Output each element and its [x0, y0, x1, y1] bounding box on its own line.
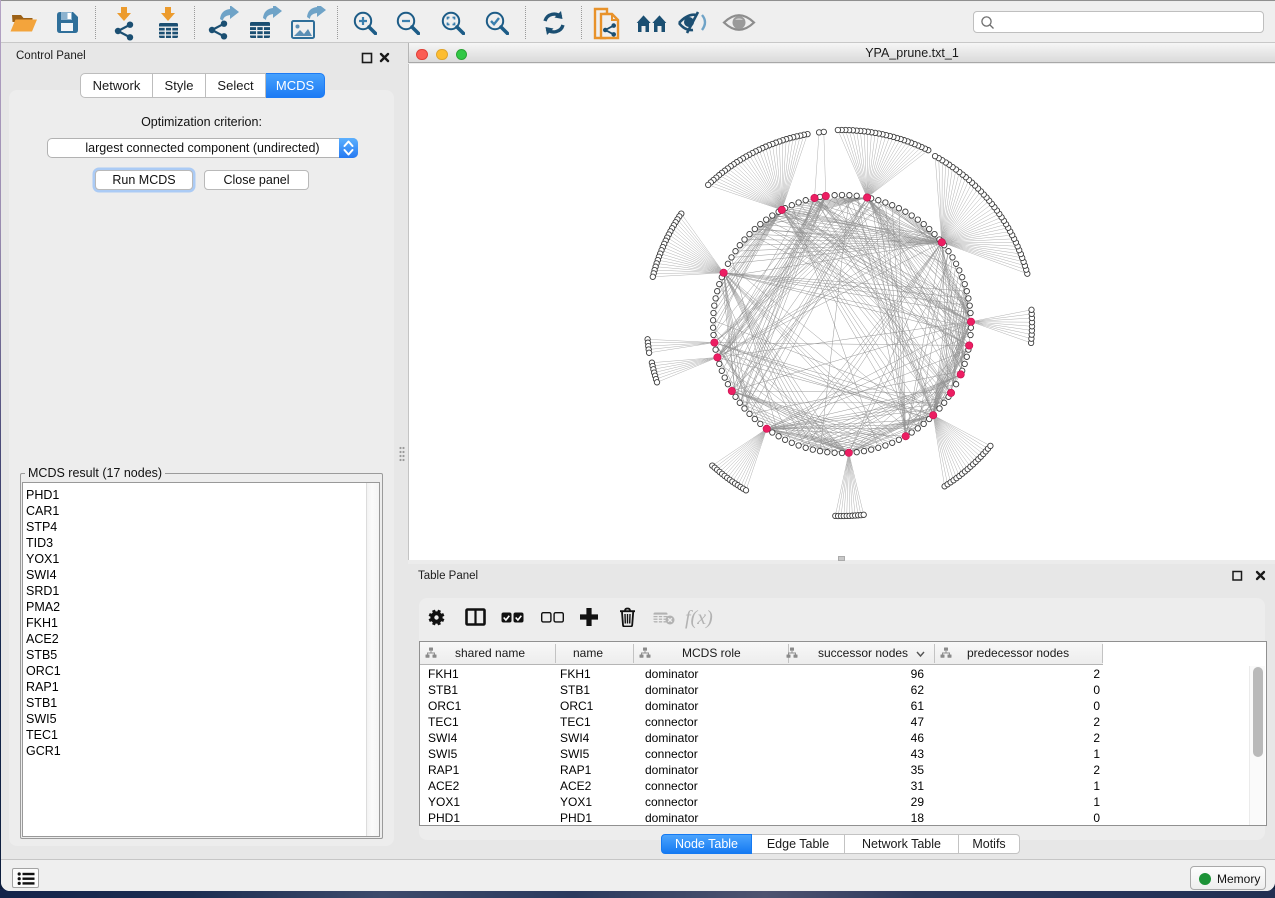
svg-text:f(x): f(x) — [685, 607, 713, 629]
